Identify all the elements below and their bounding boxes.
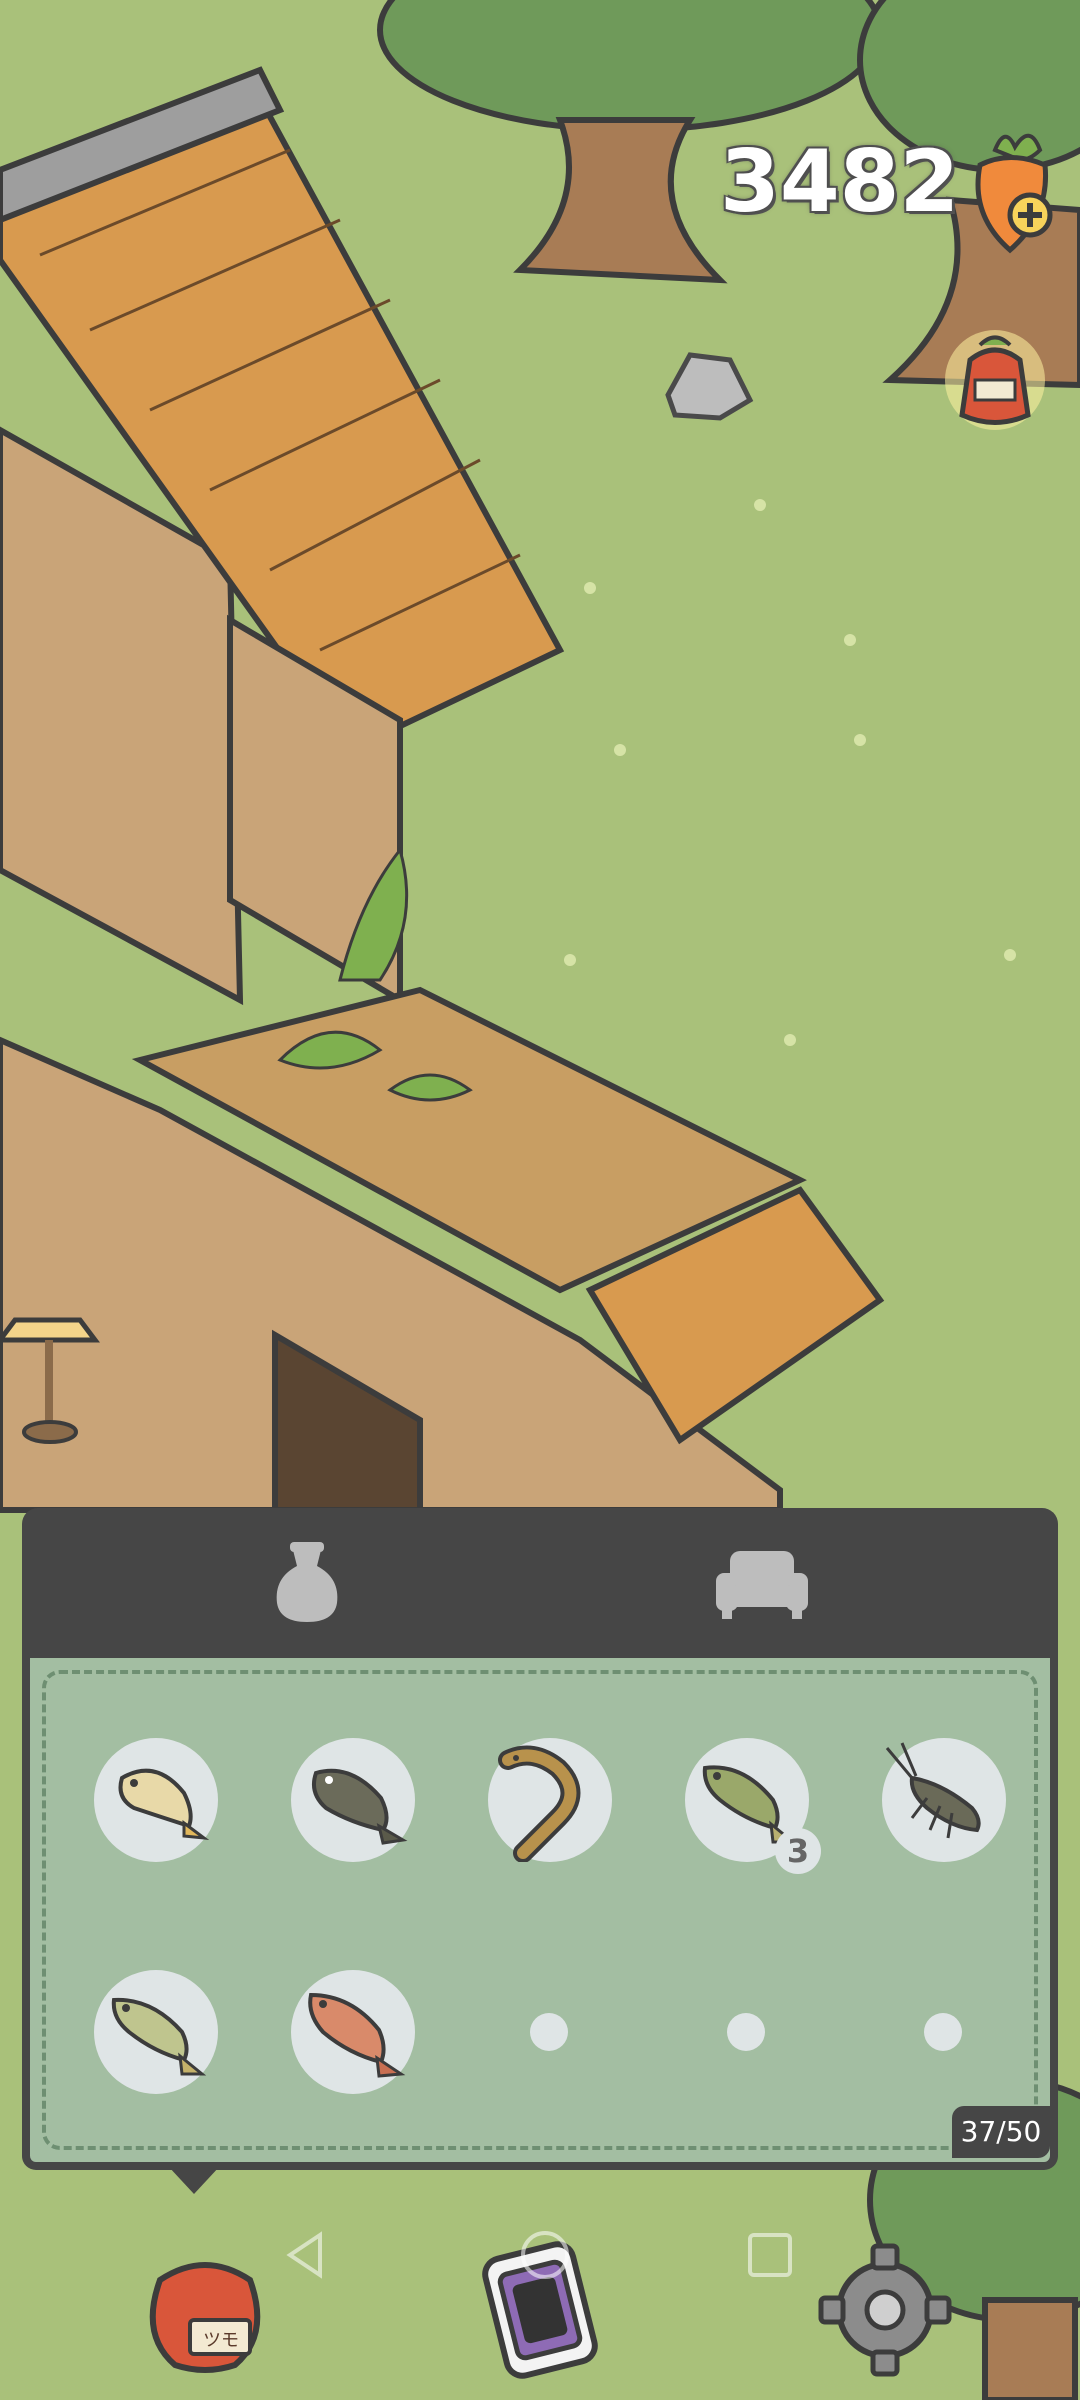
- carrot-plus-icon[interactable]: [960, 125, 1060, 260]
- seed-bag-icon[interactable]: [940, 320, 1050, 440]
- inventory-slot-2[interactable]: [291, 1738, 415, 1862]
- fish-icon: [312, 1768, 408, 1845]
- settings-button[interactable]: [815, 2235, 955, 2385]
- bag-label: ツモ: [203, 2330, 239, 2351]
- nav-home-icon[interactable]: [515, 2225, 575, 2285]
- fish-icon: [308, 1992, 406, 2078]
- inventory-slot-8-empty[interactable]: [530, 2013, 568, 2051]
- inventory-slot-5[interactable]: [882, 1738, 1006, 1862]
- gear-icon: [818, 2243, 952, 2377]
- sack-icon: [149, 2262, 261, 2373]
- inventory-slot-1[interactable]: [94, 1738, 218, 1862]
- inventory-slot-6[interactable]: [94, 1970, 218, 2094]
- armchair-icon: [716, 1551, 808, 1619]
- tab-items[interactable]: [247, 1528, 367, 1638]
- inventory-grid: 3 37/50: [22, 1658, 1058, 2170]
- currency-counter: 3482: [720, 132, 960, 232]
- crayfish-icon: [885, 1742, 981, 1839]
- eel-icon: [498, 1745, 581, 1862]
- pouch-icon: [276, 1542, 338, 1622]
- panel-pointer: [168, 2166, 220, 2194]
- bag-button[interactable]: ツモ: [135, 2240, 275, 2380]
- item-quantity-badge: 3: [775, 1828, 821, 1874]
- nav-recents-icon[interactable]: [740, 2225, 800, 2285]
- inventory-panel: 3 37/50: [22, 1508, 1058, 2170]
- inventory-capacity: 37/50: [952, 2106, 1050, 2158]
- inventory-slot-10-empty[interactable]: [924, 2013, 962, 2051]
- tab-furniture[interactable]: [702, 1528, 822, 1638]
- inventory-tab-bar: [22, 1508, 1058, 1658]
- inventory-slot-9-empty[interactable]: [727, 2013, 765, 2051]
- inventory-slot-7[interactable]: [291, 1970, 415, 2094]
- nav-back-icon[interactable]: [280, 2225, 330, 2285]
- inventory-slot-4[interactable]: 3: [685, 1738, 821, 1874]
- fish-icon: [118, 1768, 210, 1841]
- inventory-slot-3[interactable]: [488, 1738, 612, 1862]
- fish-icon: [111, 1997, 207, 2076]
